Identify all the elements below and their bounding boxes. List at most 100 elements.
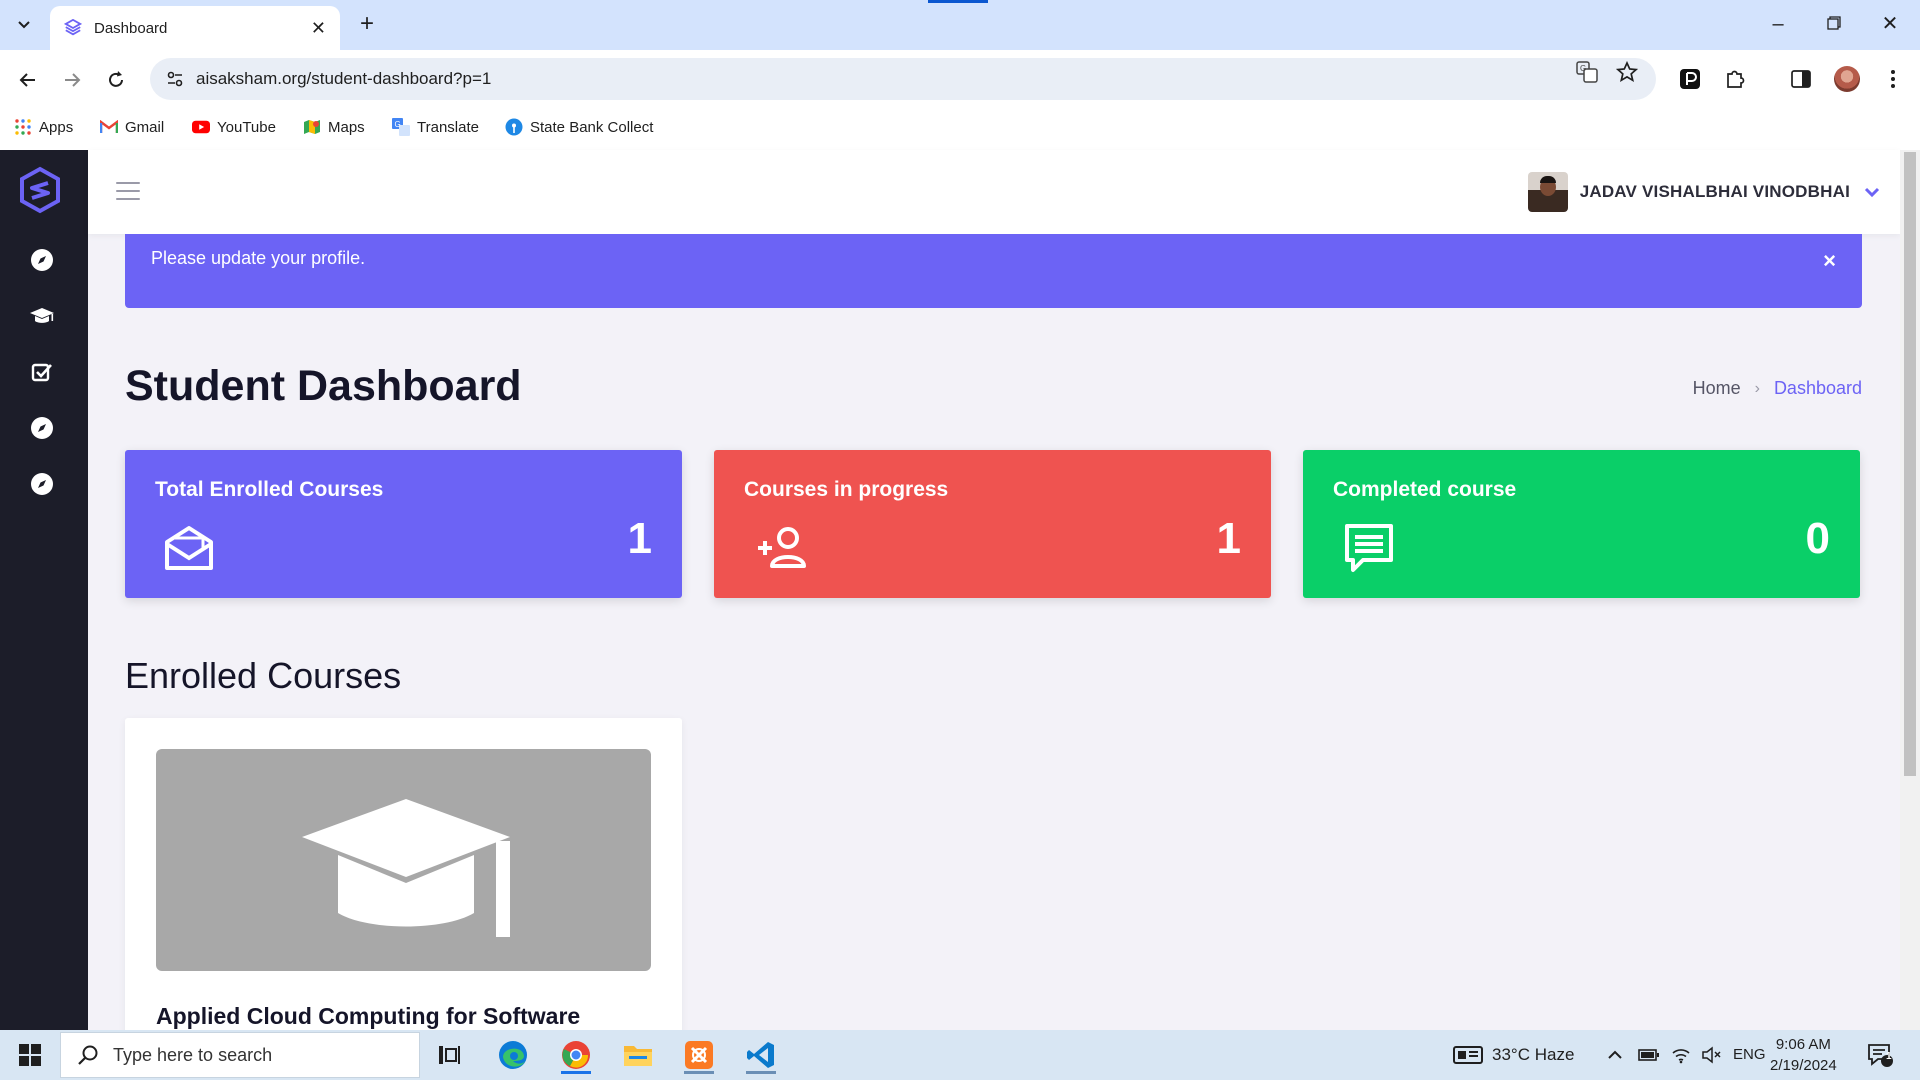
- stat-card-total-enrolled: Total Enrolled Courses 1: [125, 450, 682, 598]
- chevron-down-icon: [18, 21, 30, 29]
- sbi-icon: [505, 118, 523, 136]
- profile-picture-icon: [1834, 66, 1860, 92]
- forward-button[interactable]: [56, 64, 88, 96]
- minimize-button[interactable]: –: [1758, 8, 1798, 40]
- svg-text:G: G: [1580, 64, 1586, 73]
- weather-widget[interactable]: [1448, 1036, 1488, 1074]
- bookmarks-bar: Apps Gmail YouTube Maps G Translate Stat…: [0, 108, 1920, 150]
- arrow-right-icon: [65, 73, 81, 87]
- bookmark-state-bank-collect[interactable]: State Bank Collect: [505, 118, 653, 136]
- browser-tab-strip: Dashboard ✕ + – ✕: [0, 0, 1920, 50]
- tab-search-button[interactable]: [8, 10, 40, 40]
- running-app-indicator: [684, 1071, 714, 1074]
- tab-title: Dashboard: [94, 19, 168, 37]
- apps-grid-icon: [14, 118, 32, 136]
- stat-card-in-progress: Courses in progress 1: [714, 450, 1271, 598]
- course-title[interactable]: Applied Cloud Computing for Software: [156, 1003, 580, 1030]
- app-sidebar: [0, 150, 88, 1030]
- profile-avatar[interactable]: [1832, 64, 1862, 94]
- bookmark-translate[interactable]: G Translate: [392, 118, 479, 136]
- chevron-up-icon: [1608, 1050, 1622, 1059]
- bookmark-label: Gmail: [125, 118, 165, 136]
- graduation-cap-icon: [30, 308, 54, 323]
- extension-app-icon[interactable]: [1675, 64, 1705, 94]
- taskbar-app-file-explorer[interactable]: [617, 1036, 659, 1074]
- edge-icon: [499, 1041, 527, 1069]
- taskbar-app-xampp[interactable]: [678, 1036, 720, 1074]
- close-window-button[interactable]: ✕: [1870, 8, 1910, 40]
- bookmark-maps[interactable]: Maps: [303, 118, 365, 136]
- gmail-icon: [100, 118, 118, 136]
- translate-page-icon[interactable]: G: [1575, 60, 1599, 84]
- clock-date: 2/19/2024: [1770, 1057, 1837, 1074]
- sidebar-item-courses[interactable]: [28, 302, 56, 330]
- course-thumbnail[interactable]: [156, 749, 651, 971]
- sidebar-item-tasks[interactable]: [28, 358, 56, 386]
- task-view-button[interactable]: [428, 1036, 470, 1074]
- taskbar-search[interactable]: Type here to search: [60, 1032, 420, 1078]
- translate-icon: G: [392, 118, 410, 136]
- bookmark-gmail[interactable]: Gmail: [100, 118, 164, 136]
- close-icon[interactable]: ×: [1823, 248, 1836, 274]
- reload-icon: [109, 71, 123, 87]
- profile-alert: Please update your profile. ×: [125, 234, 1862, 308]
- extensions-puzzle-icon[interactable]: [1720, 64, 1750, 94]
- chevron-down-icon: [1864, 187, 1880, 198]
- stat-label: Completed course: [1333, 478, 1517, 501]
- search-placeholder: Type here to search: [113, 1044, 273, 1065]
- compass-icon: [31, 249, 53, 271]
- browser-toolbar: aisaksham.org/student-dashboard?p=1 G: [0, 50, 1920, 108]
- bookmark-star-icon[interactable]: [1615, 60, 1639, 84]
- bookmark-youtube[interactable]: YouTube: [192, 118, 276, 136]
- message-icon: [1345, 524, 1393, 572]
- site-settings-icon[interactable]: [164, 68, 186, 90]
- taskbar-app-edge[interactable]: [492, 1036, 534, 1074]
- weather-icon: [1453, 1046, 1483, 1064]
- sidebar-item-explore-2[interactable]: [28, 414, 56, 442]
- stat-value: 1: [627, 514, 652, 563]
- task-view-icon: [439, 1046, 460, 1064]
- scrollbar-thumb[interactable]: [1904, 152, 1916, 776]
- browser-menu-button[interactable]: [1878, 64, 1908, 94]
- stat-label: Courses in progress: [744, 478, 949, 501]
- course-card[interactable]: Applied Cloud Computing for Software: [125, 718, 682, 1058]
- arrow-left-icon: [19, 73, 35, 87]
- bookmark-label: State Bank Collect: [530, 118, 654, 136]
- sidebar-item-explore-3[interactable]: [28, 470, 56, 498]
- show-hidden-icons[interactable]: [1600, 1036, 1630, 1074]
- running-app-indicator: [746, 1071, 776, 1074]
- bookmark-apps[interactable]: Apps: [14, 118, 73, 136]
- stat-value: 1: [1216, 514, 1241, 563]
- stat-value: 0: [1805, 514, 1830, 563]
- breadcrumb-home[interactable]: Home: [1693, 378, 1741, 399]
- back-button[interactable]: [12, 64, 44, 96]
- battery-icon[interactable]: [1634, 1036, 1664, 1074]
- chrome-icon: [562, 1041, 590, 1069]
- bookmark-label: YouTube: [217, 118, 276, 136]
- bookmark-label: Maps: [328, 118, 365, 136]
- sidebar-item-explore[interactable]: [28, 246, 56, 274]
- language-indicator[interactable]: ENG: [1733, 1046, 1766, 1063]
- svg-text:G: G: [395, 120, 401, 129]
- address-bar[interactable]: aisaksham.org/student-dashboard?p=1: [150, 58, 1656, 100]
- reload-button[interactable]: [100, 64, 132, 96]
- new-tab-button[interactable]: +: [352, 10, 382, 40]
- app-logo-icon[interactable]: [18, 166, 62, 214]
- taskbar-app-vscode[interactable]: [740, 1036, 782, 1074]
- page-title: Student Dashboard: [125, 362, 522, 410]
- start-button[interactable]: [10, 1040, 50, 1070]
- system-clock[interactable]: 9:06 AM 2/19/2024: [1770, 1034, 1837, 1076]
- graduation-cap-icon: [302, 799, 510, 937]
- browser-tab[interactable]: Dashboard ✕: [50, 6, 340, 50]
- hamburger-menu-icon[interactable]: [116, 182, 140, 200]
- tab-close-icon[interactable]: ✕: [311, 18, 326, 39]
- volume-muted-icon[interactable]: [1696, 1036, 1726, 1074]
- user-menu[interactable]: JADAV VISHALBHAI VINODBHAI: [1527, 172, 1880, 212]
- weather-text[interactable]: 33°C Haze: [1492, 1045, 1574, 1065]
- restore-button[interactable]: [1814, 8, 1854, 40]
- notification-center-button[interactable]: 1: [1860, 1036, 1900, 1074]
- user-name: JADAV VISHALBHAI VINODBHAI: [1579, 182, 1850, 201]
- side-panel-icon[interactable]: [1786, 64, 1816, 94]
- wifi-icon[interactable]: [1666, 1036, 1696, 1074]
- taskbar-app-chrome[interactable]: [555, 1036, 597, 1074]
